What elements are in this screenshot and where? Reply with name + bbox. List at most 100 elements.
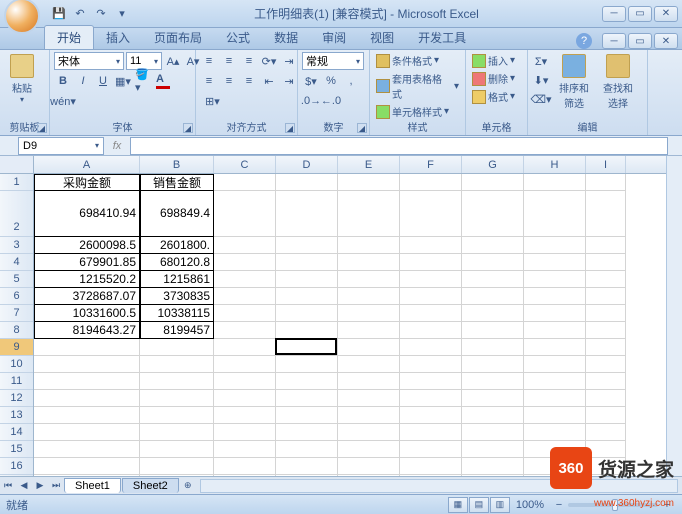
normal-view-icon[interactable]: ▦	[448, 497, 468, 513]
cell-I12[interactable]	[586, 390, 626, 407]
cell-B13[interactable]	[140, 407, 214, 424]
cell-H14[interactable]	[524, 424, 586, 441]
cell-E5[interactable]	[338, 271, 400, 288]
cell-B15[interactable]	[140, 441, 214, 458]
cell-C8[interactable]	[214, 322, 276, 339]
increase-indent-icon[interactable]: ⇥	[280, 72, 298, 90]
cell-C14[interactable]	[214, 424, 276, 441]
col-header-B[interactable]: B	[140, 156, 214, 173]
cell-D16[interactable]	[276, 458, 338, 475]
fill-color-button[interactable]: 🪣▾	[134, 72, 152, 90]
cell-H4[interactable]	[524, 254, 586, 271]
align-launcher-icon[interactable]: ◢	[285, 123, 295, 133]
cell-H10[interactable]	[524, 356, 586, 373]
sheet-nav-first-icon[interactable]: ⏮	[0, 478, 16, 494]
cell-D14[interactable]	[276, 424, 338, 441]
cell-H11[interactable]	[524, 373, 586, 390]
sheet-nav-prev-icon[interactable]: ◀	[16, 478, 32, 494]
font-name-combo[interactable]: 宋体▾	[54, 52, 124, 70]
cell-D10[interactable]	[276, 356, 338, 373]
col-header-F[interactable]: F	[400, 156, 462, 173]
align-center-icon[interactable]: ≡	[220, 72, 238, 90]
row-header-3[interactable]: 3	[0, 237, 33, 254]
cell-D2[interactable]	[276, 191, 338, 237]
cell-E10[interactable]	[338, 356, 400, 373]
cell-G4[interactable]	[462, 254, 524, 271]
cell-B11[interactable]	[140, 373, 214, 390]
office-button[interactable]	[4, 0, 40, 34]
decrease-decimal-icon[interactable]: ←.0	[322, 92, 340, 110]
row-header-13[interactable]: 13	[0, 407, 33, 424]
cell-G16[interactable]	[462, 458, 524, 475]
cell-F3[interactable]	[400, 237, 462, 254]
format-cells-button[interactable]: 格式▾	[470, 88, 517, 105]
cell-C2[interactable]	[214, 191, 276, 237]
cell-A5[interactable]: 1215520.2	[34, 271, 140, 288]
comma-icon[interactable]: ,	[342, 72, 360, 90]
cell-E12[interactable]	[338, 390, 400, 407]
cell-C11[interactable]	[214, 373, 276, 390]
page-break-view-icon[interactable]: ▥	[490, 497, 510, 513]
cell-C6[interactable]	[214, 288, 276, 305]
cell-H13[interactable]	[524, 407, 586, 424]
cell-C16[interactable]	[214, 458, 276, 475]
close-button[interactable]: ✕	[654, 6, 678, 22]
row-header-11[interactable]: 11	[0, 373, 33, 390]
cell-D15[interactable]	[276, 441, 338, 458]
align-right-icon[interactable]: ≡	[240, 72, 258, 90]
wrap-text-icon[interactable]: ⇥	[280, 52, 298, 70]
col-header-A[interactable]: A	[34, 156, 140, 173]
merge-center-button[interactable]: ⊞▾	[200, 92, 225, 110]
cell-A9[interactable]	[34, 339, 140, 356]
zoom-level[interactable]: 100%	[516, 499, 544, 511]
cell-G15[interactable]	[462, 441, 524, 458]
cell-B6[interactable]: 3730835	[140, 288, 214, 305]
tab-data[interactable]: 数据	[262, 26, 310, 49]
cell-B8[interactable]: 8199457	[140, 322, 214, 339]
cell-A14[interactable]	[34, 424, 140, 441]
cell-I10[interactable]	[586, 356, 626, 373]
redo-icon[interactable]: ↷	[92, 5, 110, 23]
decrease-indent-icon[interactable]: ⇤	[260, 72, 278, 90]
cell-E15[interactable]	[338, 441, 400, 458]
increase-decimal-icon[interactable]: .0→	[302, 92, 320, 110]
cell-G1[interactable]	[462, 174, 524, 191]
cell-D6[interactable]	[276, 288, 338, 305]
cell-C7[interactable]	[214, 305, 276, 322]
cell-B14[interactable]	[140, 424, 214, 441]
cell-C10[interactable]	[214, 356, 276, 373]
cell-A8[interactable]: 8194643.27	[34, 322, 140, 339]
cell-E14[interactable]	[338, 424, 400, 441]
cell-A1[interactable]: 采购金额	[34, 174, 140, 191]
row-header-16[interactable]: 16	[0, 458, 33, 475]
select-all-button[interactable]	[0, 156, 34, 174]
orientation-icon[interactable]: ⟳▾	[260, 52, 278, 70]
minimize-button[interactable]: ─	[602, 6, 626, 22]
cell-D8[interactable]	[276, 322, 338, 339]
formula-input[interactable]	[130, 137, 668, 155]
cell-C5[interactable]	[214, 271, 276, 288]
cell-G9[interactable]	[462, 339, 524, 356]
tab-formulas[interactable]: 公式	[214, 26, 262, 49]
number-format-combo[interactable]: 常规▾	[302, 52, 364, 70]
conditional-format-button[interactable]: 条件格式▾	[374, 52, 461, 69]
cell-E11[interactable]	[338, 373, 400, 390]
cell-D12[interactable]	[276, 390, 338, 407]
cell-H7[interactable]	[524, 305, 586, 322]
cell-G14[interactable]	[462, 424, 524, 441]
sheet-tab-2[interactable]: Sheet2	[122, 478, 179, 493]
clear-icon[interactable]: ⌫▾	[532, 90, 550, 108]
tab-insert[interactable]: 插入	[94, 26, 142, 49]
cell-I2[interactable]	[586, 191, 626, 237]
save-icon[interactable]: 💾	[50, 5, 68, 23]
cell-C17[interactable]	[214, 475, 276, 476]
cell-A12[interactable]	[34, 390, 140, 407]
cell-C15[interactable]	[214, 441, 276, 458]
cell-H8[interactable]	[524, 322, 586, 339]
align-bottom-icon[interactable]: ≡	[240, 52, 258, 70]
cell-B2[interactable]: 698849.4	[140, 191, 214, 237]
maximize-button[interactable]: ▭	[628, 6, 652, 22]
cell-D17[interactable]	[276, 475, 338, 476]
underline-button[interactable]: U	[94, 72, 112, 90]
cell-E16[interactable]	[338, 458, 400, 475]
